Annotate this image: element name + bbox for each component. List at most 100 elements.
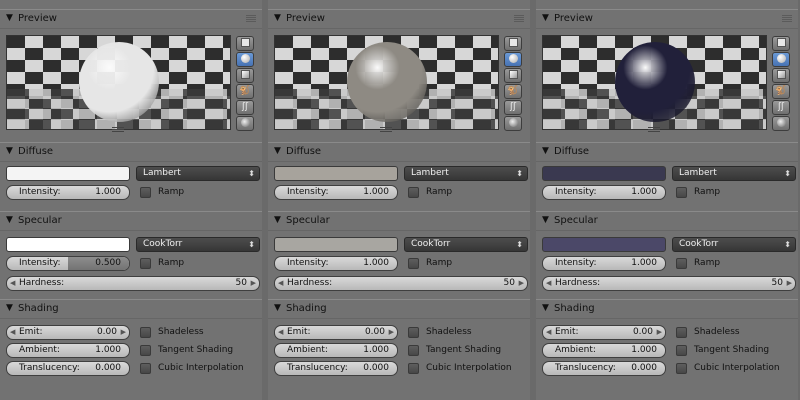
ambient-field[interactable]: Ambient: 1.000: [542, 343, 666, 358]
shading-panel-header[interactable]: ▼ Shading: [536, 299, 798, 319]
preview-hair-button[interactable]: ʃʃ: [504, 100, 522, 115]
dropdown-value: CookTorr: [411, 239, 451, 249]
diffuse-intensity-field[interactable]: Intensity: 1.000: [6, 185, 130, 200]
specular-panel-header[interactable]: ▼ Specular: [0, 211, 262, 231]
diffuse-shader-dropdown[interactable]: Lambert ⬍: [404, 166, 528, 181]
emit-field[interactable]: ◀ Emit: 0.00 ▶: [542, 325, 666, 340]
preview-sky-sphere-button[interactable]: [236, 116, 254, 131]
increment-arrow-icon[interactable]: ▶: [787, 277, 792, 290]
emit-field[interactable]: ◀ Emit: 0.00 ▶: [274, 325, 398, 340]
preview-resize-grip-icon[interactable]: [112, 127, 124, 133]
decrement-arrow-icon[interactable]: ◀: [10, 326, 15, 339]
cubic-interpolation-checkbox[interactable]: [676, 363, 687, 374]
cubic-interpolation-checkbox[interactable]: [140, 363, 151, 374]
preview-monkey-button[interactable]: 🐒: [236, 84, 254, 99]
diffuse-ramp-checkbox[interactable]: [140, 187, 151, 198]
decrement-arrow-icon[interactable]: ◀: [278, 326, 283, 339]
preview-cube-button[interactable]: [772, 68, 790, 83]
shading-panel-header[interactable]: ▼ Shading: [0, 299, 262, 319]
preview-panel-header[interactable]: ▼ Preview: [536, 9, 798, 29]
preview-sphere-button[interactable]: [236, 52, 254, 67]
increment-arrow-icon[interactable]: ▶: [657, 326, 662, 339]
ambient-field[interactable]: Ambient: 1.000: [274, 343, 398, 358]
increment-arrow-icon[interactable]: ▶: [251, 277, 256, 290]
increment-arrow-icon[interactable]: ▶: [121, 326, 126, 339]
diffuse-color-swatch[interactable]: [6, 166, 130, 181]
increment-arrow-icon[interactable]: ▶: [389, 326, 394, 339]
preview-flat-button[interactable]: [504, 36, 522, 51]
specular-intensity-field[interactable]: Intensity: 0.500: [6, 256, 130, 271]
diffuse-ramp-checkbox[interactable]: [408, 187, 419, 198]
diffuse-intensity-field[interactable]: Intensity: 1.000: [274, 185, 398, 200]
preview-monkey-button[interactable]: 🐒: [504, 84, 522, 99]
preview-panel-header[interactable]: ▼ Preview: [0, 9, 262, 29]
preview-flat-button[interactable]: [772, 36, 790, 51]
tangent-shading-checkbox[interactable]: [676, 345, 687, 356]
translucency-field[interactable]: Translucency: 0.000: [542, 361, 666, 376]
diffuse-ramp-checkbox[interactable]: [676, 187, 687, 198]
specular-ramp-checkbox[interactable]: [408, 258, 419, 269]
translucency-field[interactable]: Translucency: 0.000: [274, 361, 398, 376]
hardness-field[interactable]: ◀ Hardness: 50 ▶: [274, 276, 528, 291]
diffuse-panel-header[interactable]: ▼ Diffuse: [0, 142, 262, 162]
ambient-field[interactable]: Ambient: 1.000: [6, 343, 130, 358]
decrement-arrow-icon[interactable]: ◀: [546, 326, 551, 339]
specular-shader-dropdown[interactable]: CookTorr ⬍: [672, 237, 796, 252]
specular-ramp-checkbox[interactable]: [140, 258, 151, 269]
panel-title: Shading: [18, 303, 59, 314]
diffuse-panel-header[interactable]: ▼ Diffuse: [536, 142, 798, 162]
preview-flat-button[interactable]: [236, 36, 254, 51]
collapse-triangle-icon: ▼: [542, 13, 549, 23]
preview-sky-sphere-button[interactable]: [772, 116, 790, 131]
diffuse-intensity-field[interactable]: Intensity: 1.000: [542, 185, 666, 200]
sphere-sky-icon: [240, 118, 250, 127]
preview-cube-button[interactable]: [236, 68, 254, 83]
decrement-arrow-icon[interactable]: ◀: [10, 277, 15, 290]
translucency-field[interactable]: Translucency: 0.000: [6, 361, 130, 376]
specular-intensity-field[interactable]: Intensity: 1.000: [274, 256, 398, 271]
specular-shader-dropdown[interactable]: CookTorr ⬍: [136, 237, 260, 252]
specular-color-swatch[interactable]: [542, 237, 666, 252]
specular-color-swatch[interactable]: [6, 237, 130, 252]
tangent-shading-checkbox[interactable]: [408, 345, 419, 356]
preview-resize-grip-icon[interactable]: [648, 127, 660, 133]
drag-grip-icon[interactable]: [246, 15, 256, 22]
flat-icon: [776, 38, 786, 47]
diffuse-color-swatch[interactable]: [542, 166, 666, 181]
diffuse-shader-dropdown[interactable]: Lambert ⬍: [136, 166, 260, 181]
decrement-arrow-icon[interactable]: ◀: [546, 277, 551, 290]
shadeless-checkbox[interactable]: [140, 327, 151, 338]
preview-cube-button[interactable]: [504, 68, 522, 83]
shadeless-label: Shadeless: [158, 327, 204, 337]
preview-sphere-button[interactable]: [772, 52, 790, 67]
preview-hair-button[interactable]: ʃʃ: [236, 100, 254, 115]
increment-arrow-icon[interactable]: ▶: [519, 277, 524, 290]
specular-ramp-checkbox[interactable]: [676, 258, 687, 269]
specular-shader-dropdown[interactable]: CookTorr ⬍: [404, 237, 528, 252]
drag-grip-icon[interactable]: [514, 15, 524, 22]
cubic-interpolation-checkbox[interactable]: [408, 363, 419, 374]
preview-sky-sphere-button[interactable]: [504, 116, 522, 131]
preview-resize-grip-icon[interactable]: [380, 127, 392, 133]
drag-grip-icon[interactable]: [782, 15, 792, 22]
hardness-field[interactable]: ◀ Hardness: 50 ▶: [6, 276, 260, 291]
tangent-shading-checkbox[interactable]: [140, 345, 151, 356]
preview-monkey-button[interactable]: 🐒: [772, 84, 790, 99]
specular-color-swatch[interactable]: [274, 237, 398, 252]
diffuse-color-swatch[interactable]: [274, 166, 398, 181]
specular-panel-header[interactable]: ▼ Specular: [536, 211, 798, 231]
shadeless-checkbox[interactable]: [408, 327, 419, 338]
decrement-arrow-icon[interactable]: ◀: [278, 277, 283, 290]
shading-panel-header[interactable]: ▼ Shading: [268, 299, 530, 319]
specular-panel-header[interactable]: ▼ Specular: [268, 211, 530, 231]
preview-hair-button[interactable]: ʃʃ: [772, 100, 790, 115]
emit-field[interactable]: ◀ Emit: 0.00 ▶: [6, 325, 130, 340]
shadeless-checkbox[interactable]: [676, 327, 687, 338]
preview-sphere-button[interactable]: [504, 52, 522, 67]
diffuse-panel-header[interactable]: ▼ Diffuse: [268, 142, 530, 162]
field-label: Emit:: [555, 327, 579, 337]
specular-intensity-field[interactable]: Intensity: 1.000: [542, 256, 666, 271]
diffuse-shader-dropdown[interactable]: Lambert ⬍: [672, 166, 796, 181]
preview-panel-header[interactable]: ▼ Preview: [268, 9, 530, 29]
hardness-field[interactable]: ◀ Hardness: 50 ▶: [542, 276, 796, 291]
